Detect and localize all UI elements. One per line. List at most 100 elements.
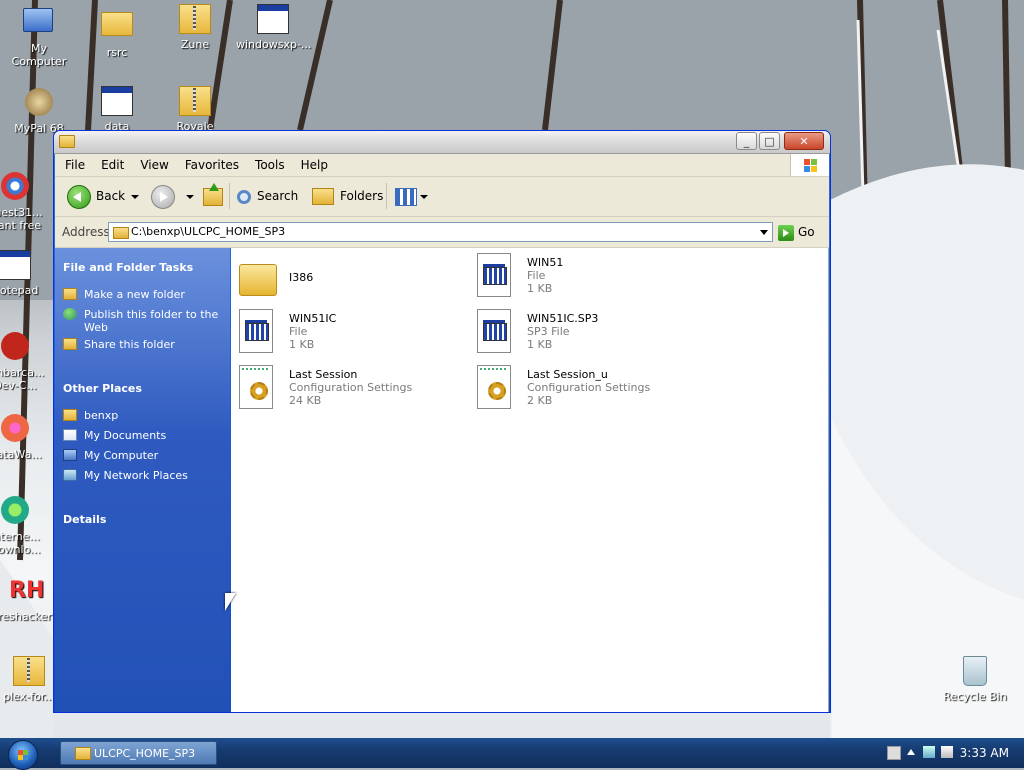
file-item[interactable]: Last Session_u Configuration Settings 2 … xyxy=(477,365,707,415)
window-app-icon xyxy=(257,4,289,36)
desktop-icon-idm[interactable]: Interne... Downlo... xyxy=(0,494,52,556)
desktop-icon-my-computer[interactable]: My Computer xyxy=(2,4,76,68)
go-button[interactable]: Go xyxy=(778,222,815,242)
zip-folder-icon xyxy=(179,86,211,118)
mouse-cursor-icon xyxy=(225,593,236,611)
zip-folder-icon xyxy=(13,656,45,688)
place-my-computer[interactable]: My Computer xyxy=(63,449,223,462)
recycle-bin-icon xyxy=(959,656,991,688)
menu-edit[interactable]: Edit xyxy=(93,154,132,176)
menu-favorites[interactable]: Favorites xyxy=(177,154,247,176)
address-value: C:\benxp\ULCPC_HOME_SP3 xyxy=(131,225,286,238)
minimize-button[interactable]: _ xyxy=(736,132,757,150)
windows-logo-icon xyxy=(18,750,28,760)
desktop-icon-guest[interactable]: guest31... want free xyxy=(0,170,52,232)
folder-icon xyxy=(59,135,75,148)
toolbar-separator xyxy=(386,183,387,209)
title-bar[interactable]: _ □ ✕ xyxy=(54,131,830,154)
forward-arrow-icon xyxy=(151,184,175,209)
place-my-documents[interactable]: My Documents xyxy=(63,429,223,442)
mypal-icon xyxy=(23,88,55,120)
reshacker-icon: RH xyxy=(9,578,45,603)
desktop-icon-notepad[interactable]: Notepad xyxy=(0,250,52,297)
desktop-icon-devcpp[interactable]: Embarca... Dev-C... xyxy=(0,330,52,392)
desktop-icon-royale[interactable]: Royale xyxy=(158,86,232,133)
toolbar-separator xyxy=(229,183,230,209)
address-field[interactable]: C:\benxp\ULCPC_HOME_SP3 xyxy=(108,222,773,242)
config-icon xyxy=(477,365,511,409)
other-places-title[interactable]: Other Places xyxy=(63,382,142,395)
desktop-icon-rsrc[interactable]: rsrc xyxy=(80,4,154,59)
share-folder-icon xyxy=(63,338,77,350)
content-border xyxy=(828,248,829,712)
start-button[interactable] xyxy=(8,740,38,770)
address-label: Address xyxy=(62,225,110,239)
place-benxp[interactable]: benxp xyxy=(63,409,223,422)
address-bar: Address C:\benxp\ULCPC_HOME_SP3 Go xyxy=(55,217,829,248)
tray-expand-icon[interactable] xyxy=(907,749,915,755)
toolbar: Back Search Folders xyxy=(55,177,829,217)
address-dropdown[interactable] xyxy=(756,223,772,241)
volume-icon[interactable] xyxy=(941,746,953,758)
desktop-icon-mypal[interactable]: MyPal 68 xyxy=(2,86,76,135)
windows-logo-icon xyxy=(790,154,829,176)
file-item[interactable]: I386 xyxy=(239,256,469,306)
up-folder-button[interactable] xyxy=(203,182,223,209)
menu-help[interactable]: Help xyxy=(293,154,336,176)
explorer-window[interactable]: _ □ ✕ File Edit View Favorites Tools Help Bac… xyxy=(53,130,831,713)
close-button[interactable]: ✕ xyxy=(784,132,824,150)
desktop-icon-data[interactable]: data xyxy=(80,86,154,133)
search-button[interactable]: Search xyxy=(237,183,298,209)
file-item[interactable]: Last Session Configuration Settings 24 K… xyxy=(239,365,469,415)
menu-file[interactable]: File xyxy=(57,154,93,176)
file-item[interactable]: WIN51 File 1 KB xyxy=(477,253,707,303)
taskbar-window-button[interactable]: ULCPC_HOME_SP3 xyxy=(60,741,217,765)
desktop-icon-recycle-bin[interactable]: Recycle Bin xyxy=(938,656,1012,703)
devcpp-icon xyxy=(0,332,31,364)
views-button[interactable] xyxy=(395,183,428,209)
menu-tools[interactable]: Tools xyxy=(247,154,293,176)
network-icon[interactable] xyxy=(923,746,935,758)
task-publish-folder[interactable]: Publish this folder to the Web xyxy=(63,308,223,334)
folder-icon xyxy=(63,409,77,421)
details-title[interactable]: Details xyxy=(63,513,106,526)
folder-icon xyxy=(113,227,129,239)
file-icon xyxy=(477,309,511,353)
task-make-new-folder[interactable]: Make a new folder xyxy=(63,288,223,301)
file-folder-tasks-title[interactable]: File and Folder Tasks xyxy=(63,261,193,274)
menu-view[interactable]: View xyxy=(132,154,176,176)
network-icon xyxy=(63,469,77,481)
task-pane: File and Folder Tasks Make a new folder … xyxy=(55,248,230,712)
zip-folder-icon xyxy=(179,4,211,36)
back-arrow-icon xyxy=(67,184,91,209)
desktop-icon-datawarrior[interactable]: DataWa... xyxy=(0,412,52,461)
back-button[interactable]: Back xyxy=(67,183,125,209)
views-icon xyxy=(395,187,417,206)
forward-dropdown[interactable] xyxy=(186,183,194,209)
back-dropdown[interactable] xyxy=(131,183,139,209)
file-item[interactable]: WIN51IC.SP3 SP3 File 1 KB xyxy=(477,309,707,359)
place-my-network[interactable]: My Network Places xyxy=(63,469,223,482)
file-item[interactable]: WIN51IC File 1 KB xyxy=(239,309,469,359)
folders-icon xyxy=(312,188,334,205)
search-icon xyxy=(237,189,251,204)
datawarrior-icon xyxy=(0,414,31,446)
taskbar: ULCPC_HOME_SP3 3:33 AM xyxy=(0,738,1024,770)
computer-icon xyxy=(63,449,77,461)
maximize-button[interactable]: □ xyxy=(759,132,780,150)
task-share-folder[interactable]: Share this folder xyxy=(63,338,223,351)
publish-web-icon xyxy=(63,308,77,320)
folder-icon xyxy=(75,747,91,760)
folder-up-icon xyxy=(203,182,223,206)
folder-icon xyxy=(101,12,133,44)
chevron-down-icon xyxy=(131,194,139,199)
forward-button[interactable] xyxy=(151,183,180,209)
desktop-icon-windowsxp[interactable]: windowsxp-... xyxy=(236,4,311,51)
folders-button[interactable]: Folders xyxy=(312,183,383,209)
file-icon xyxy=(101,86,133,118)
file-icon xyxy=(477,253,511,297)
desktop-icon-zune[interactable]: Zune xyxy=(158,4,232,51)
keyboard-icon[interactable] xyxy=(887,746,901,760)
clock[interactable]: 3:33 AM xyxy=(960,746,1009,760)
documents-icon xyxy=(63,429,77,441)
